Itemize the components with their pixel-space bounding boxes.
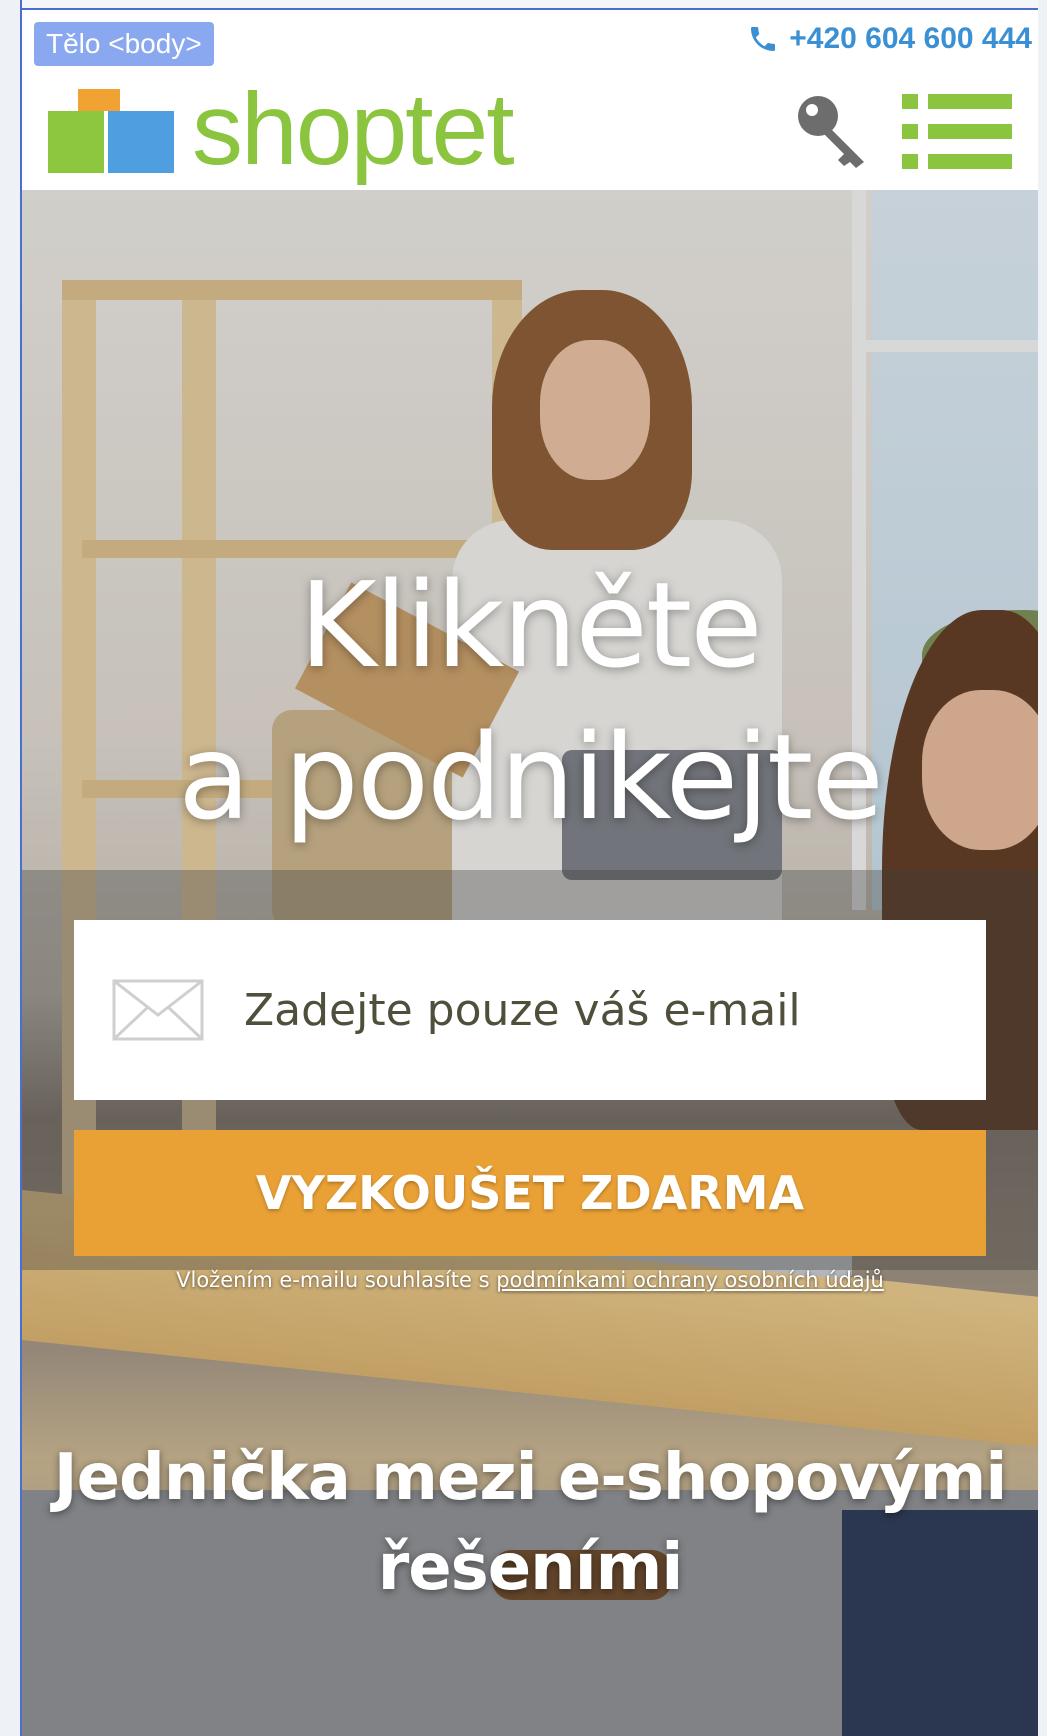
subhead-line-1: Jednička mezi e-shopovými [53, 1441, 1008, 1516]
hero-headline: Klikněte a podnikejte [22, 549, 1038, 853]
phone-link[interactable]: +420 604 600 444 [747, 22, 1032, 56]
privacy-terms-link[interactable]: podmínkami ochrany osobních údajů [496, 1268, 884, 1292]
browser-left-gutter [0, 0, 22, 1736]
envelope-icon [112, 979, 204, 1041]
subhead-line-2: řešeními [377, 1531, 684, 1606]
consent-prefix: Vložením e-mailu souhlasíte s [176, 1268, 497, 1292]
logo-mark [48, 89, 182, 175]
logo-text: shoptet [192, 72, 515, 186]
consent-text: Vložením e-mailu souhlasíte s podmínkami… [22, 1268, 1038, 1292]
try-free-button[interactable]: VYZKOUŠET ZDARMA [74, 1130, 986, 1256]
hero-subheadline: Jednička mezi e-shopovými řešeními [22, 1433, 1038, 1613]
browser-right-gutter [1038, 0, 1047, 1736]
hero-section: Klikněte a podnikejte VYZKOUŠET ZDARMA V… [22, 190, 1038, 1736]
page: +420 604 600 444 shoptet Klikněte a podn… [22, 10, 1038, 1736]
headline-line-2: a podnikejte [178, 708, 884, 847]
phone-icon [751, 27, 776, 51]
shoptet-logo[interactable]: shoptet [48, 78, 515, 182]
email-field-container[interactable] [74, 920, 986, 1100]
menu-icon[interactable] [902, 94, 1012, 170]
inspector-highlight-border [22, 8, 1038, 10]
key-icon[interactable] [792, 90, 872, 170]
phone-number: +420 604 600 444 [789, 22, 1032, 55]
headline-line-1: Klikněte [299, 556, 763, 695]
inspector-body-tag: Tělo <body> [34, 22, 214, 66]
email-input[interactable] [242, 983, 986, 1037]
